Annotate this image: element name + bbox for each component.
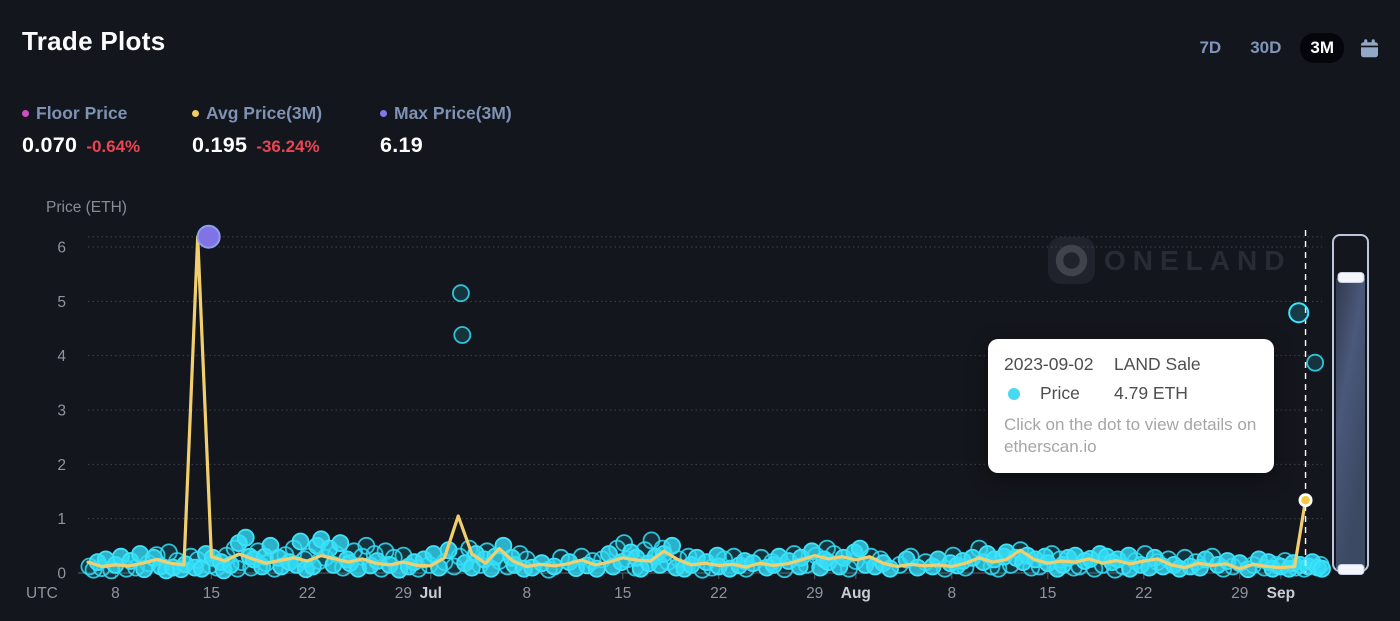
calendar-icon: [1359, 38, 1380, 62]
trade-plots-panel: Trade Plots 7D 30D 3M Floor Price 0.070-…: [0, 0, 1400, 621]
watermark-text: ONELAND: [1104, 245, 1291, 276]
scatter-point[interactable]: [453, 326, 472, 344]
x-tick-label: 8: [947, 585, 956, 602]
y-tick-label: 0: [57, 566, 66, 583]
y-tick-label: 6: [57, 240, 66, 257]
y-tick-label: 1: [57, 511, 66, 528]
scatter-point[interactable]: [291, 532, 310, 551]
chart-tooltip: 2023-09-02 LAND Sale Price 4.79 ETH Clic…: [988, 339, 1274, 473]
x-tick-label: 22: [299, 585, 316, 602]
tooltip-hint: Click on the dot to view details on ethe…: [1004, 415, 1257, 457]
x-tick-label: Sep: [1267, 585, 1295, 602]
scatter-point[interactable]: [236, 528, 255, 547]
zoom-slider-handle-top[interactable]: [1337, 272, 1364, 283]
x-tick-label: 29: [806, 585, 823, 602]
x-tick-label: 15: [614, 585, 631, 602]
scatter-point[interactable]: [1306, 353, 1324, 372]
x-tick-label: 29: [1231, 585, 1248, 602]
time-range-selector: 7D 30D 3M: [1189, 33, 1382, 63]
y-tick-label: 3: [57, 403, 66, 420]
price-chart: ONELAND 0 1 2 3 4 5 6 Price (ETH) 8 15 22 29 Jul 8 15 22…: [26, 199, 1331, 602]
tooltip-event-type: LAND Sale: [1114, 354, 1201, 374]
x-tick-label: 8: [111, 585, 120, 602]
tooltip-row-label: Price: [1040, 383, 1080, 403]
x-tick-label: 8: [522, 585, 531, 602]
tooltip-date: 2023-09-02: [1004, 354, 1094, 374]
range-button-7d[interactable]: 7D: [1189, 33, 1231, 63]
x-tick-label: 15: [203, 585, 220, 602]
hovered-scatter-point[interactable]: [1288, 302, 1310, 324]
calendar-button[interactable]: [1357, 36, 1382, 61]
range-button-30d[interactable]: 30D: [1240, 33, 1291, 63]
x-tick-label: 15: [1039, 585, 1056, 602]
line-end-marker-core: [1301, 495, 1310, 505]
tooltip-row-value: 4.79 ETH: [1114, 383, 1188, 403]
tooltip-series-dot: [1008, 387, 1020, 400]
watermark-logo: [1048, 237, 1095, 284]
zoom-slider-selection[interactable]: [1336, 278, 1365, 570]
y-axis-zoom-slider[interactable]: [1332, 234, 1369, 575]
utc-label: UTC: [26, 585, 58, 602]
zoom-slider-handle-bottom[interactable]: [1337, 564, 1364, 575]
x-tick-label: Aug: [841, 585, 871, 602]
y-axis-title: Price (ETH): [46, 199, 127, 216]
x-tick-label: 29: [395, 585, 412, 602]
scatter-point[interactable]: [1313, 559, 1331, 578]
y-tick-label: 2: [57, 457, 66, 474]
max-price-point[interactable]: [196, 224, 221, 249]
scatter-point[interactable]: [451, 284, 470, 303]
x-tick-label: 22: [1135, 585, 1152, 602]
y-tick-label: 4: [57, 348, 66, 365]
y-tick-label: 5: [57, 294, 66, 311]
x-tick-label: 22: [710, 585, 727, 602]
x-tick-label: Jul: [420, 585, 442, 602]
range-button-3m[interactable]: 3M: [1300, 33, 1344, 63]
